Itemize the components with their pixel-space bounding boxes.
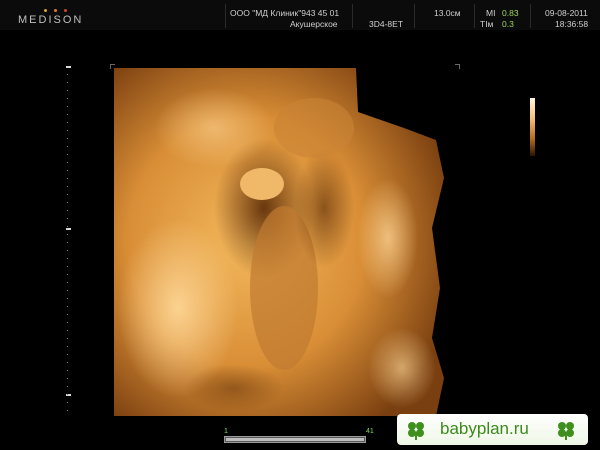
mi-label: MI xyxy=(486,8,496,18)
divider xyxy=(225,4,226,28)
depth-dot xyxy=(67,106,68,107)
depth-dot xyxy=(67,98,68,99)
depth-dot xyxy=(67,282,68,283)
depth-dot xyxy=(67,354,68,355)
exam-type: Акушерское xyxy=(290,19,338,29)
mi-value: 0.83 xyxy=(502,8,519,18)
depth-value: 13.0см xyxy=(434,8,461,18)
depth-dot xyxy=(67,410,68,411)
depth-dot xyxy=(67,258,68,259)
depth-dot xyxy=(67,402,68,403)
color-scale-bar xyxy=(530,98,535,156)
probe-name: 3D4-8ET xyxy=(369,19,404,29)
depth-dot xyxy=(67,130,68,131)
header-bar: MEDISON ООО "МД Клиник"943 45 01 Акушерс… xyxy=(0,0,600,30)
depth-dot xyxy=(67,82,68,83)
ultrasound-3d-image xyxy=(110,64,460,416)
depth-dot xyxy=(67,146,68,147)
depth-dot xyxy=(67,298,68,299)
depth-dot xyxy=(67,394,68,395)
slider-fill xyxy=(226,438,364,441)
divider xyxy=(530,4,531,28)
brand-logo: MEDISON xyxy=(18,14,84,26)
depth-dot xyxy=(67,242,68,243)
depth-dot xyxy=(67,202,68,203)
divider xyxy=(414,4,415,28)
depth-tick xyxy=(66,66,71,68)
depth-dot xyxy=(67,266,68,267)
depth-dot xyxy=(67,386,68,387)
watermark-text: babyplan.ru xyxy=(440,419,529,438)
depth-dot xyxy=(67,290,68,291)
depth-dot xyxy=(67,378,68,379)
depth-dot xyxy=(67,338,68,339)
watermark-badge: babyplan.ru xyxy=(397,414,588,445)
divider xyxy=(474,4,475,28)
depth-dot xyxy=(67,306,68,307)
clover-icon xyxy=(408,422,424,440)
depth-dot xyxy=(67,234,68,235)
depth-dot xyxy=(67,314,68,315)
exam-time: 18:36:58 xyxy=(555,19,589,29)
depth-dot xyxy=(67,138,68,139)
frame-slider[interactable] xyxy=(224,436,366,443)
brand-dot xyxy=(64,9,67,12)
fetus-render xyxy=(114,68,444,416)
clinic-name: ООО "МД Клиник"943 45 01 xyxy=(230,8,340,18)
depth-dot xyxy=(67,346,68,347)
depth-dot xyxy=(67,122,68,123)
depth-dot xyxy=(67,114,68,115)
depth-dot xyxy=(67,186,68,187)
exam-date: 09-08-2011 xyxy=(545,8,588,18)
depth-dot xyxy=(67,194,68,195)
depth-dot xyxy=(67,162,68,163)
brand-dots xyxy=(44,9,74,13)
depth-dot xyxy=(67,170,68,171)
depth-dot xyxy=(67,370,68,371)
divider xyxy=(352,4,353,28)
frame-corner xyxy=(110,64,115,69)
depth-dot xyxy=(67,210,68,211)
tim-label: TIм xyxy=(480,19,494,29)
depth-dot xyxy=(67,226,68,227)
depth-dot xyxy=(67,250,68,251)
clover-icon xyxy=(558,422,574,440)
depth-dot xyxy=(67,90,68,91)
depth-dot xyxy=(67,178,68,179)
brand-dot xyxy=(54,9,57,12)
depth-dot xyxy=(67,322,68,323)
depth-dot xyxy=(67,74,68,75)
slider-end-label: 41 xyxy=(366,428,374,435)
depth-dot xyxy=(67,154,68,155)
depth-tick xyxy=(66,228,71,230)
depth-dot xyxy=(67,330,68,331)
brand-dot xyxy=(44,9,47,12)
depth-dot xyxy=(67,218,68,219)
depth-scale xyxy=(66,66,72,412)
tim-value: 0.3 xyxy=(502,19,514,29)
slider-start-label: 1 xyxy=(224,428,228,435)
depth-dot xyxy=(67,274,68,275)
frame-corner xyxy=(455,64,460,69)
depth-dot xyxy=(67,362,68,363)
